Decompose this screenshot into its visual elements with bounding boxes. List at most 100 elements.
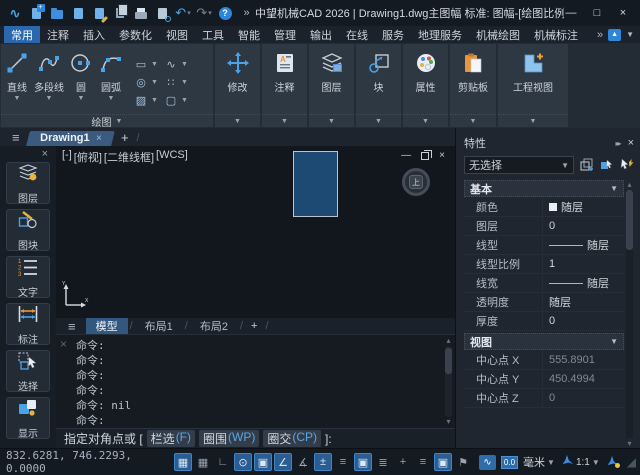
line-dropdown-icon[interactable]: ▼ xyxy=(14,95,21,102)
selection-dropdown[interactable]: 无选择 ▼ xyxy=(464,156,574,174)
open-file-button[interactable] xyxy=(48,5,66,22)
quick-select-icon[interactable] xyxy=(619,158,634,172)
property-row-center-y[interactable]: 中心点 Y 450.4994 xyxy=(464,370,624,389)
app-logo-icon[interactable]: ∿ xyxy=(6,5,24,22)
scrollbar-thumb[interactable] xyxy=(626,190,633,250)
sidebar-select-button[interactable]: 选择 xyxy=(6,350,50,392)
drawing-close-button[interactable]: × xyxy=(439,150,445,161)
ortho-toggle[interactable]: ∟ xyxy=(214,453,232,471)
scroll-up-icon[interactable]: ▴ xyxy=(627,180,631,189)
circle-tool-button[interactable]: 圆 ▼ xyxy=(68,46,94,114)
close-button[interactable]: × xyxy=(616,7,630,19)
scroll-down-icon[interactable]: ▾ xyxy=(446,418,450,426)
property-row-linetype[interactable]: 线型 随层 xyxy=(464,236,624,255)
layout-tab-layout1[interactable]: 布局1 xyxy=(135,318,183,334)
option-fence-button[interactable]: 栏选(F) xyxy=(147,430,195,447)
layers-button[interactable]: 图层 xyxy=(319,46,345,114)
ribbon-tab-mech-dim[interactable]: 机械标注 xyxy=(527,26,585,43)
sidebar-block-button[interactable]: 图块 xyxy=(6,209,50,251)
grid-toggle[interactable]: ▦ xyxy=(174,453,192,471)
dynamic-input-toggle[interactable]: ∡ xyxy=(294,453,312,471)
property-row-lineweight[interactable]: 线宽 随层 xyxy=(464,274,624,293)
snap-tracking-toggle[interactable]: ± xyxy=(314,453,332,471)
modify-button[interactable]: 修改 xyxy=(225,46,251,114)
command-window[interactable]: × 命令: 命令: 命令: 命令: 命令: nil 命令: ▴ ▾ xyxy=(56,334,455,448)
property-row-thickness[interactable]: 厚度 0 xyxy=(464,312,624,331)
rectangle-tool-button[interactable]: ▭▼ xyxy=(134,56,158,73)
sidebar-display-button[interactable]: 显示 xyxy=(6,397,50,439)
resize-grip[interactable]: ◢ xyxy=(627,455,636,469)
annotation-auto-scale-icon[interactable] xyxy=(605,455,620,469)
attributes-button[interactable]: 属性 xyxy=(413,46,439,114)
attributes-panel-expander[interactable]: ▼ xyxy=(403,114,448,127)
object-snap-toggle[interactable]: ▣ xyxy=(254,453,272,471)
drawing-restore-button[interactable] xyxy=(421,152,429,160)
revision-cloud-tool-button[interactable]: ▢▼ xyxy=(164,92,188,109)
sidebar-dimension-button[interactable]: 标注 xyxy=(6,303,50,345)
ribbon-collapse-button[interactable]: ▲ xyxy=(608,29,621,41)
viewport-view-control[interactable]: [俯视] xyxy=(74,149,102,165)
property-row-center-z[interactable]: 中心点 Z 0 xyxy=(464,389,624,408)
print-button[interactable] xyxy=(132,5,150,22)
sidebar-layers-button[interactable]: 图层 xyxy=(6,162,50,204)
ribbon-options-dropdown-icon[interactable]: ▼ xyxy=(626,30,634,39)
hatch-tool-button[interactable]: ▨▼ xyxy=(134,92,158,109)
scrollbar-thumb[interactable] xyxy=(445,348,452,374)
print-preview-button[interactable] xyxy=(153,5,171,22)
section-basic[interactable]: 基本 ▼ xyxy=(464,180,624,197)
lineweight-toggle[interactable]: ≡ xyxy=(334,453,352,471)
property-row-linetype-scale[interactable]: 线型比例 1 xyxy=(464,255,624,274)
layout-tab-layout2[interactable]: 布局2 xyxy=(190,318,238,334)
donut-tool-button[interactable]: ◎▼ xyxy=(134,74,158,91)
annotate-button[interactable]: A 注释 xyxy=(272,46,298,114)
ribbon-tab-services[interactable]: 服务 xyxy=(375,26,411,43)
annotation-monitor-toggle[interactable]: ≣ xyxy=(374,453,392,471)
copy-button[interactable] xyxy=(111,5,129,22)
ribbon-tab-view[interactable]: 视图 xyxy=(159,26,195,43)
drawing-frame-rect[interactable] xyxy=(293,151,338,217)
block-button[interactable]: 块 xyxy=(366,46,392,114)
precision-badge[interactable]: 0.0 xyxy=(501,456,518,469)
sidebar-text-button[interactable]: 123 文字 xyxy=(6,256,50,298)
command-prompt[interactable]: 指定对角点或 [ 栏选(F) 圈围(WP) 圈交(CP) ]: xyxy=(56,428,455,448)
eng-view-button[interactable]: 工程视图 xyxy=(513,46,553,114)
ribbon-tab-manage[interactable]: 管理 xyxy=(267,26,303,43)
ribbon-tab-output[interactable]: 输出 xyxy=(303,26,339,43)
eng-view-panel-expander[interactable]: ▼ xyxy=(498,114,568,127)
scroll-up-icon[interactable]: ▴ xyxy=(446,337,450,345)
command-close-icon[interactable]: × xyxy=(60,337,67,351)
ribbon-tab-smart[interactable]: 智能 xyxy=(231,26,267,43)
polar-tracking-toggle[interactable]: ⊙ xyxy=(234,453,252,471)
save-button[interactable] xyxy=(69,5,87,22)
annotation-scale-dropdown[interactable]: 1:1 ▼ xyxy=(560,454,600,471)
option-cpolygon-button[interactable]: 圈交(CP) xyxy=(263,430,321,447)
toolbar-more-button[interactable]: » xyxy=(237,5,255,22)
document-tab-close-icon[interactable]: × xyxy=(95,133,101,144)
arc-dropdown-icon[interactable]: ▼ xyxy=(108,95,115,102)
circle-dropdown-icon[interactable]: ▼ xyxy=(78,95,85,102)
property-row-center-x[interactable]: 中心点 X 555.8901 xyxy=(464,351,624,370)
angle-snap-toggle[interactable]: ∠ xyxy=(274,453,292,471)
ribbon-tab-geo-services[interactable]: 地理服务 xyxy=(411,26,469,43)
polyline-tool-button[interactable]: 多段线 ▼ xyxy=(34,46,64,114)
new-file-button[interactable]: + xyxy=(27,5,45,22)
annotation-scale-list-toggle[interactable]: ≡ xyxy=(414,453,432,471)
arc-tool-button[interactable]: 圆弧 ▼ xyxy=(98,46,124,114)
ribbon-tab-online[interactable]: 在线 xyxy=(339,26,375,43)
ribbon-tab-insert[interactable]: 插入 xyxy=(76,26,112,43)
draw-panel-expander[interactable]: 绘图 ▼ xyxy=(1,114,213,127)
quick-copy-icon[interactable] xyxy=(579,158,594,172)
line-tool-button[interactable]: 直线 ▼ xyxy=(4,46,30,114)
point-tool-button[interactable]: ∷▼ xyxy=(164,74,188,91)
section-view[interactable]: 视图 ▼ xyxy=(464,333,624,350)
selection-preview-toggle[interactable]: ▣ xyxy=(354,453,372,471)
sidebar-close-icon[interactable]: × xyxy=(34,148,56,162)
select-objects-icon[interactable] xyxy=(599,158,614,172)
add-layout-button[interactable]: + xyxy=(245,320,263,332)
ribbon-tab-parametric[interactable]: 参数化 xyxy=(112,26,159,43)
property-row-layer[interactable]: 图层 0 xyxy=(464,217,624,236)
ribbon-tab-home[interactable]: 常用 xyxy=(4,26,40,43)
navigation-compass[interactable]: 上 xyxy=(402,168,430,196)
maximize-button[interactable]: □ xyxy=(590,7,604,19)
ribbon-tab-annotate[interactable]: 注释 xyxy=(40,26,76,43)
